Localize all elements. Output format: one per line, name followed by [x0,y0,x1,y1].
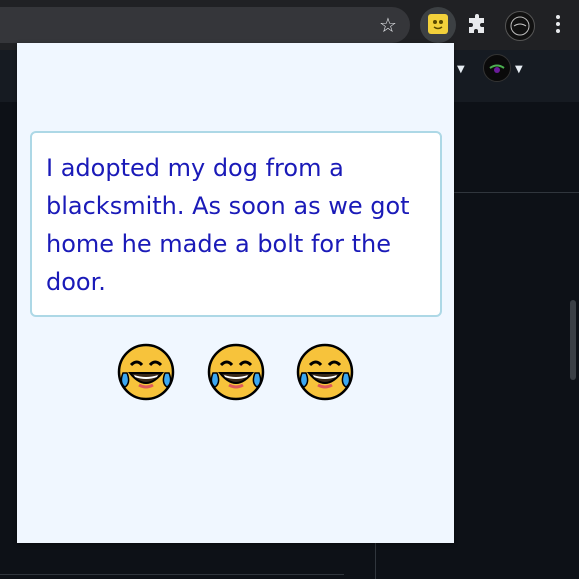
laughing-tears-icon [297,343,354,401]
divider [0,574,344,575]
scrollbar[interactable] [570,300,576,380]
page-avatar[interactable] [483,54,511,82]
joke-popup: I adopted my dog from a blacksmith. As s… [17,43,454,543]
emoji-row [17,343,454,416]
star-icon[interactable]: ☆ [376,13,400,37]
laughing-tears-icon [207,343,264,401]
menu-icon[interactable] [548,12,568,38]
joke-text: I adopted my dog from a blacksmith. As s… [30,131,442,317]
puzzle-icon[interactable] [466,13,490,37]
joke-extension-icon[interactable] [428,14,448,34]
profile-avatar[interactable] [505,11,535,41]
address-bar[interactable] [0,7,410,43]
divider [454,192,579,193]
chevron-down-icon[interactable]: ▼ [457,64,465,75]
chevron-down-icon[interactable]: ▼ [515,64,523,75]
divider [375,543,376,579]
laughing-tears-icon [117,343,174,401]
